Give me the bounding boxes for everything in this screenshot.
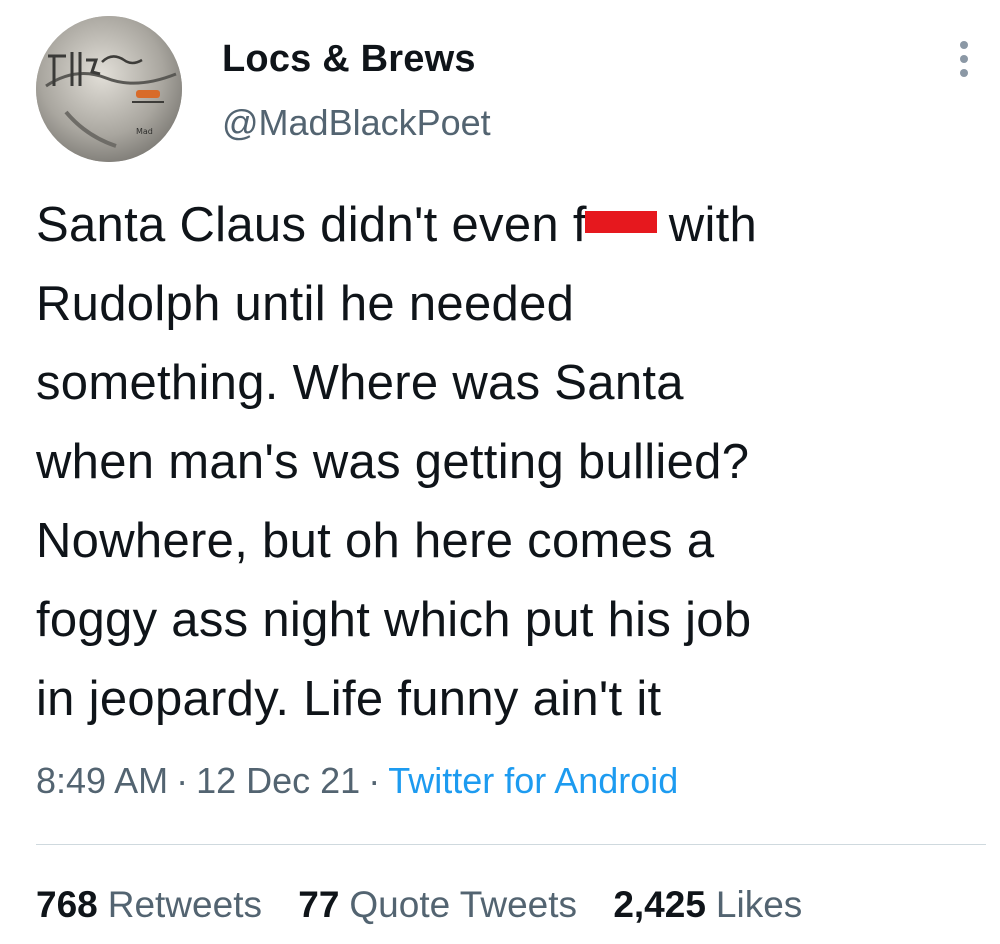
censor-bar <box>584 211 657 234</box>
quote-tweets-stat[interactable]: 77 Quote Tweets <box>298 884 577 926</box>
author-handle[interactable]: @MadBlackPoet <box>222 102 491 144</box>
tweet-text-segment: Santa Claus didn't even f <box>36 198 587 252</box>
avatar[interactable]: Mad <box>36 16 182 162</box>
tweet-text-line: foggy ass night which put his job <box>36 593 752 647</box>
more-dot <box>960 41 968 49</box>
retweets-count: 768 <box>36 884 98 925</box>
avatar-image: Mad <box>36 16 182 162</box>
meta-separator: · <box>176 760 189 801</box>
tweet-text-line: Rudolph until he needed <box>36 277 575 331</box>
svg-text:Mad: Mad <box>136 127 153 136</box>
tweet-time[interactable]: 8:49 AM <box>36 760 168 801</box>
tweet-card: Mad Locs & Brews @MadBlackPoet Santa Cla… <box>0 0 1000 944</box>
tweet-text-line: when man's was getting bullied? <box>36 435 750 489</box>
likes-stat[interactable]: 2,425 Likes <box>613 884 802 926</box>
tweet-source-link[interactable]: Twitter for Android <box>388 760 678 801</box>
tweet-text-segment: with <box>668 198 758 252</box>
tweet-text: Santa Claus didn't even f with Rudolph un… <box>36 186 986 739</box>
retweets-label: Retweets <box>107 884 262 925</box>
likes-label: Likes <box>715 884 803 925</box>
likes-count: 2,425 <box>613 884 706 925</box>
author-display-name[interactable]: Locs & Brews <box>222 38 476 81</box>
tweet-text-line: Nowhere, but oh here comes a <box>36 514 715 568</box>
more-vertical-icon[interactable] <box>944 36 984 82</box>
more-dot <box>960 55 968 63</box>
quote-tweets-label: Quote Tweets <box>349 884 578 925</box>
tweet-text-line: Santa Claus didn't even f with <box>36 186 986 265</box>
meta-separator: · <box>368 760 381 801</box>
tweet-text-line: something. Where was Santa <box>36 356 684 410</box>
tweet-text-line: in jeopardy. Life funny ain't it <box>36 672 662 726</box>
tweet-date[interactable]: 12 Dec 21 <box>196 760 360 801</box>
quote-tweets-count: 77 <box>298 884 340 925</box>
more-dot <box>960 69 968 77</box>
tweet-stats: 768 Retweets 77 Quote Tweets 2,425 Likes <box>36 884 828 926</box>
retweets-stat[interactable]: 768 Retweets <box>36 884 262 926</box>
tweet-meta: 8:49 AM · 12 Dec 21 · Twitter for Android <box>36 760 678 802</box>
divider <box>36 844 986 845</box>
